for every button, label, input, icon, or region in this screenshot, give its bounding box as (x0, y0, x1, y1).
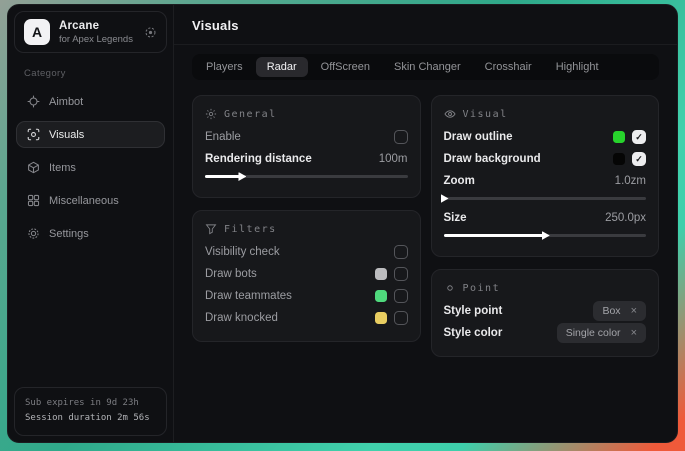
panel-title-text: Visual (463, 109, 508, 120)
draw-outline-label: Draw outline (444, 131, 513, 143)
sidebar: A Arcane for Apex Legends Category Aimbo… (8, 5, 174, 442)
tab-offscreen[interactable]: OffScreen (310, 57, 381, 77)
sun-icon (205, 108, 217, 120)
draw-bots-color-swatch[interactable] (375, 268, 387, 280)
size-value: 250.0px (605, 212, 646, 224)
tab-skin-changer[interactable]: Skin Changer (383, 57, 472, 77)
funnel-icon (205, 223, 217, 235)
panel-title-text: General (224, 109, 277, 120)
rendering-distance-label: Rendering distance (205, 153, 312, 165)
package-icon (27, 161, 40, 174)
close-icon[interactable]: × (631, 328, 637, 339)
draw-knocked-checkbox[interactable] (394, 311, 408, 325)
sidebar-item-label: Items (49, 162, 76, 174)
sidebar-item-aimbot[interactable]: Aimbot (16, 88, 165, 115)
sidebar-item-visuals[interactable]: Visuals (16, 121, 165, 148)
crosshair-icon (27, 95, 40, 108)
panel-point: Point Style point Box × Style color (431, 269, 660, 357)
sub-expires-text: Sub expires in 9d 23h (25, 396, 156, 412)
zoom-slider[interactable] (444, 197, 647, 200)
sidebar-item-label: Settings (49, 228, 89, 240)
panel-general: General Enable Rendering distance 100m (192, 95, 421, 198)
draw-teammates-checkbox[interactable] (394, 289, 408, 303)
zoom-value: 1.0zm (615, 175, 646, 187)
panel-title-text: Filters (224, 224, 277, 235)
zoom-label: Zoom (444, 175, 475, 187)
grid-icon (27, 194, 40, 207)
style-point-chip-text: Box (602, 305, 620, 317)
sidebar-item-miscellaneous[interactable]: Miscellaneous (16, 187, 165, 214)
main-content: Visuals Players Radar OffScreen Skin Cha… (174, 5, 677, 442)
category-label: Category (24, 68, 157, 79)
style-point-select[interactable]: Box × (593, 301, 646, 321)
draw-teammates-label: Draw teammates (205, 290, 292, 302)
app-logo: A (24, 19, 50, 45)
style-color-label: Style color (444, 327, 503, 339)
sidebar-item-label: Visuals (49, 129, 84, 141)
app-window: A Arcane for Apex Legends Category Aimbo… (7, 4, 678, 443)
sync-icon[interactable] (144, 26, 157, 39)
enable-checkbox[interactable] (394, 130, 408, 144)
app-name: Arcane (59, 20, 135, 32)
close-icon[interactable]: × (631, 306, 637, 317)
rendering-distance-slider[interactable] (205, 175, 408, 178)
rendering-distance-value: 100m (379, 153, 408, 165)
visibility-check-label: Visibility check (205, 246, 280, 258)
panel-title-text: Point (463, 283, 501, 294)
draw-knocked-color-swatch[interactable] (375, 312, 387, 324)
draw-bots-checkbox[interactable] (394, 267, 408, 281)
slider-thumb[interactable] (238, 172, 246, 181)
draw-teammates-color-swatch[interactable] (375, 290, 387, 302)
visibility-check-checkbox[interactable] (394, 245, 408, 259)
size-label: Size (444, 212, 467, 224)
subscription-info: Sub expires in 9d 23h Session duration 2… (14, 387, 167, 437)
scan-eye-icon (27, 128, 40, 141)
tab-bar: Players Radar OffScreen Skin Changer Cro… (192, 54, 659, 80)
draw-outline-color-swatch[interactable] (613, 131, 625, 143)
point-icon (444, 282, 456, 294)
sidebar-item-items[interactable]: Items (16, 154, 165, 181)
size-slider[interactable] (444, 234, 647, 237)
enable-label: Enable (205, 131, 241, 143)
style-point-label: Style point (444, 305, 503, 317)
tab-crosshair[interactable]: Crosshair (474, 57, 543, 77)
session-duration-text: Session duration 2m 56s (25, 411, 156, 427)
eye-icon (444, 108, 456, 120)
sidebar-item-settings[interactable]: Settings (16, 220, 165, 247)
tab-radar[interactable]: Radar (256, 57, 308, 77)
sidebar-item-label: Aimbot (49, 96, 83, 108)
gear-icon (27, 227, 40, 240)
slider-thumb[interactable] (542, 231, 550, 240)
draw-background-checkbox[interactable] (632, 152, 646, 166)
draw-knocked-label: Draw knocked (205, 312, 278, 324)
sidebar-item-label: Miscellaneous (49, 195, 119, 207)
page-title: Visuals (192, 18, 659, 33)
sidebar-header: A Arcane for Apex Legends (14, 11, 167, 53)
slider-thumb[interactable] (441, 194, 449, 203)
panel-visual: Visual Draw outline Draw background (431, 95, 660, 257)
tab-highlight[interactable]: Highlight (545, 57, 610, 77)
draw-background-label: Draw background (444, 153, 541, 165)
app-subtitle: for Apex Legends (59, 34, 135, 45)
style-color-chip-text: Single color (566, 327, 621, 339)
style-color-select[interactable]: Single color × (557, 323, 646, 343)
tab-players[interactable]: Players (195, 57, 254, 77)
panel-filters: Filters Visibility check Draw bots (192, 210, 421, 342)
draw-background-color-swatch[interactable] (613, 153, 625, 165)
draw-outline-checkbox[interactable] (632, 130, 646, 144)
main-header: Visuals (174, 5, 677, 45)
draw-bots-label: Draw bots (205, 268, 257, 280)
